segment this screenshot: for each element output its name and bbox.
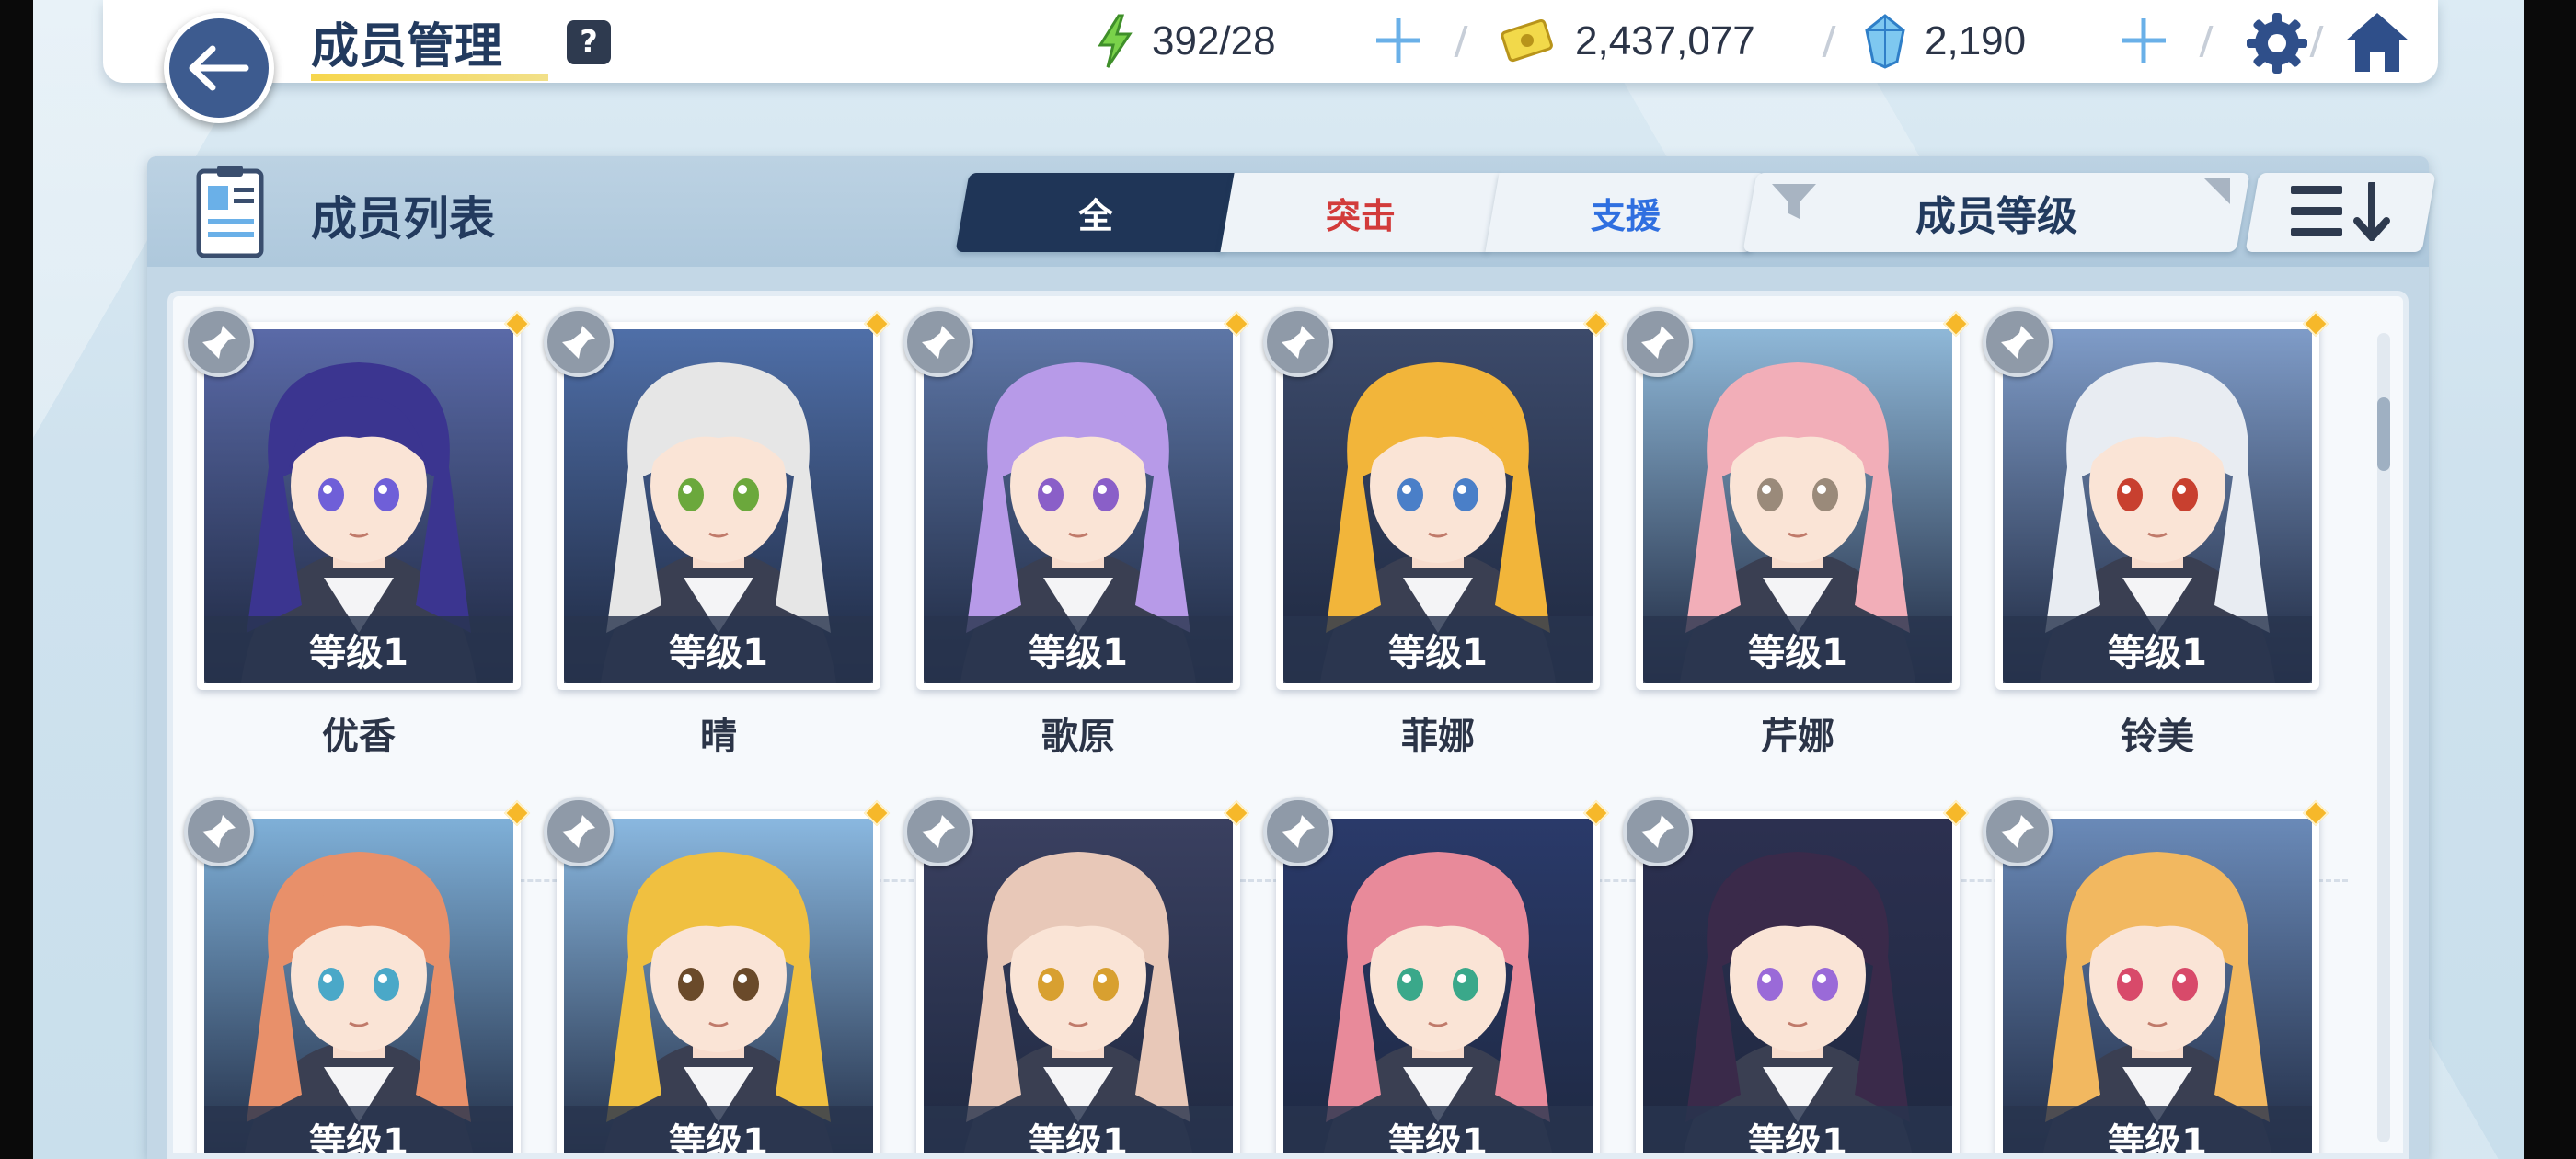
pin-icon	[1641, 815, 1674, 848]
pin-icon	[1641, 326, 1674, 359]
gem-icon	[1865, 14, 1905, 69]
sort-label: 成员等级	[1915, 193, 2077, 240]
member-name: 芹娜	[1761, 716, 1834, 758]
member-card[interactable]: 等级1	[903, 797, 1250, 1153]
pin-icon	[922, 815, 955, 848]
level-label: 等级1	[1283, 616, 1593, 683]
stamina-value: 392/28	[1152, 18, 1276, 63]
level-label: 等级1	[204, 1106, 513, 1153]
tab-all[interactable]: 全	[955, 173, 1236, 252]
gems-value: 2,190	[1925, 18, 2027, 63]
member-name: 优香	[322, 716, 396, 758]
gems-display: 2,190	[1864, 9, 2026, 74]
stamina-display: 392/28	[1095, 9, 1276, 74]
pin-button[interactable]	[544, 307, 614, 377]
level-label: 等级1	[564, 1106, 873, 1153]
help-button[interactable]: ?	[567, 20, 611, 64]
pin-button[interactable]	[903, 307, 973, 377]
member-card[interactable]: 等级1	[1263, 797, 1610, 1153]
pin-button[interactable]	[1623, 797, 1693, 866]
plus-icon	[2122, 18, 2166, 63]
pin-button[interactable]	[1623, 307, 1693, 377]
page-title: 成员管理	[311, 18, 503, 75]
pin-button[interactable]	[903, 797, 973, 866]
settings-button[interactable]	[2245, 11, 2309, 79]
title-underline	[311, 74, 548, 81]
pin-icon	[562, 815, 595, 848]
member-card[interactable]: 等级1	[184, 307, 531, 690]
plus-icon	[1376, 18, 1420, 63]
level-label: 等级1	[1643, 616, 1952, 683]
pin-button[interactable]	[184, 797, 254, 866]
home-button[interactable]	[2342, 9, 2412, 79]
level-label: 等级1	[924, 616, 1233, 683]
add-stamina-button[interactable]	[1371, 13, 1426, 68]
credit-card-icon	[1501, 18, 1553, 63]
member-panel: 成员列表 全 突击 支援 成员等级 等级1 优香 等级1 晴 等级1 歌原 等级…	[147, 156, 2436, 1159]
member-card[interactable]: 等级1	[1983, 797, 2329, 1153]
pin-icon	[1282, 326, 1315, 359]
pin-button[interactable]	[1263, 797, 1333, 866]
level-label: 等级1	[1283, 1106, 1593, 1153]
member-card[interactable]: 等级1	[1983, 307, 2329, 690]
pin-icon	[2001, 326, 2034, 359]
pin-button[interactable]	[544, 797, 614, 866]
pin-icon	[202, 815, 236, 848]
sort-descending-icon	[2291, 182, 2390, 241]
level-label: 等级1	[2003, 1106, 2312, 1153]
member-card[interactable]: 等级1	[1263, 307, 1610, 690]
back-button[interactable]	[164, 13, 274, 123]
pin-icon	[922, 326, 955, 359]
member-card[interactable]: 等级1	[184, 797, 531, 1153]
member-card[interactable]: 等级1	[903, 307, 1250, 690]
screen: 成员管理 ? 392/28 2,437,077 2,190 成员列表 全 突击 …	[33, 0, 2524, 1159]
member-card-icon	[196, 166, 264, 258]
member-name: 歌原	[1041, 716, 1115, 758]
add-gems-button[interactable]	[2116, 13, 2171, 68]
panel-title: 成员列表	[311, 192, 495, 246]
tab-special[interactable]: 支援	[1485, 173, 1766, 252]
member-name: 菲娜	[1401, 716, 1475, 758]
level-label: 等级1	[564, 616, 873, 683]
pin-button[interactable]	[1983, 307, 2053, 377]
level-label: 等级1	[204, 616, 513, 683]
level-label: 等级1	[2003, 616, 2312, 683]
member-card[interactable]: 等级1	[1623, 797, 1970, 1153]
tab-striker[interactable]: 突击	[1220, 173, 1501, 252]
pin-icon	[202, 326, 236, 359]
home-icon	[2346, 13, 2409, 72]
member-list[interactable]: 等级1 优香 等级1 晴 等级1 歌原 等级1 菲娜 等级1 芹娜 等级1 铃美…	[167, 291, 2409, 1159]
arrow-left-icon	[189, 45, 249, 91]
gear-icon	[2247, 13, 2307, 74]
filter-tabs: 全 突击 支援	[955, 173, 1766, 252]
pin-icon	[562, 326, 595, 359]
member-card[interactable]: 等级1	[544, 307, 891, 690]
member-card[interactable]: 等级1	[1623, 307, 1970, 690]
dropdown-corner-icon	[2204, 178, 2230, 204]
level-label: 等级1	[1643, 1106, 1952, 1153]
pin-button[interactable]	[1983, 797, 2053, 866]
pin-icon	[2001, 815, 2034, 848]
lightning-icon	[1098, 14, 1133, 68]
pin-button[interactable]	[1263, 307, 1333, 377]
member-name: 铃美	[2121, 716, 2194, 758]
credits-display: 2,437,077	[1500, 9, 1755, 74]
member-card[interactable]: 等级1	[544, 797, 891, 1153]
pin-icon	[1282, 815, 1315, 848]
credits-value: 2,437,077	[1575, 18, 1755, 63]
pin-button[interactable]	[184, 307, 254, 377]
level-label: 等级1	[924, 1106, 1233, 1153]
scrollbar-thumb[interactable]	[2377, 397, 2390, 471]
member-name: 晴	[700, 716, 737, 758]
